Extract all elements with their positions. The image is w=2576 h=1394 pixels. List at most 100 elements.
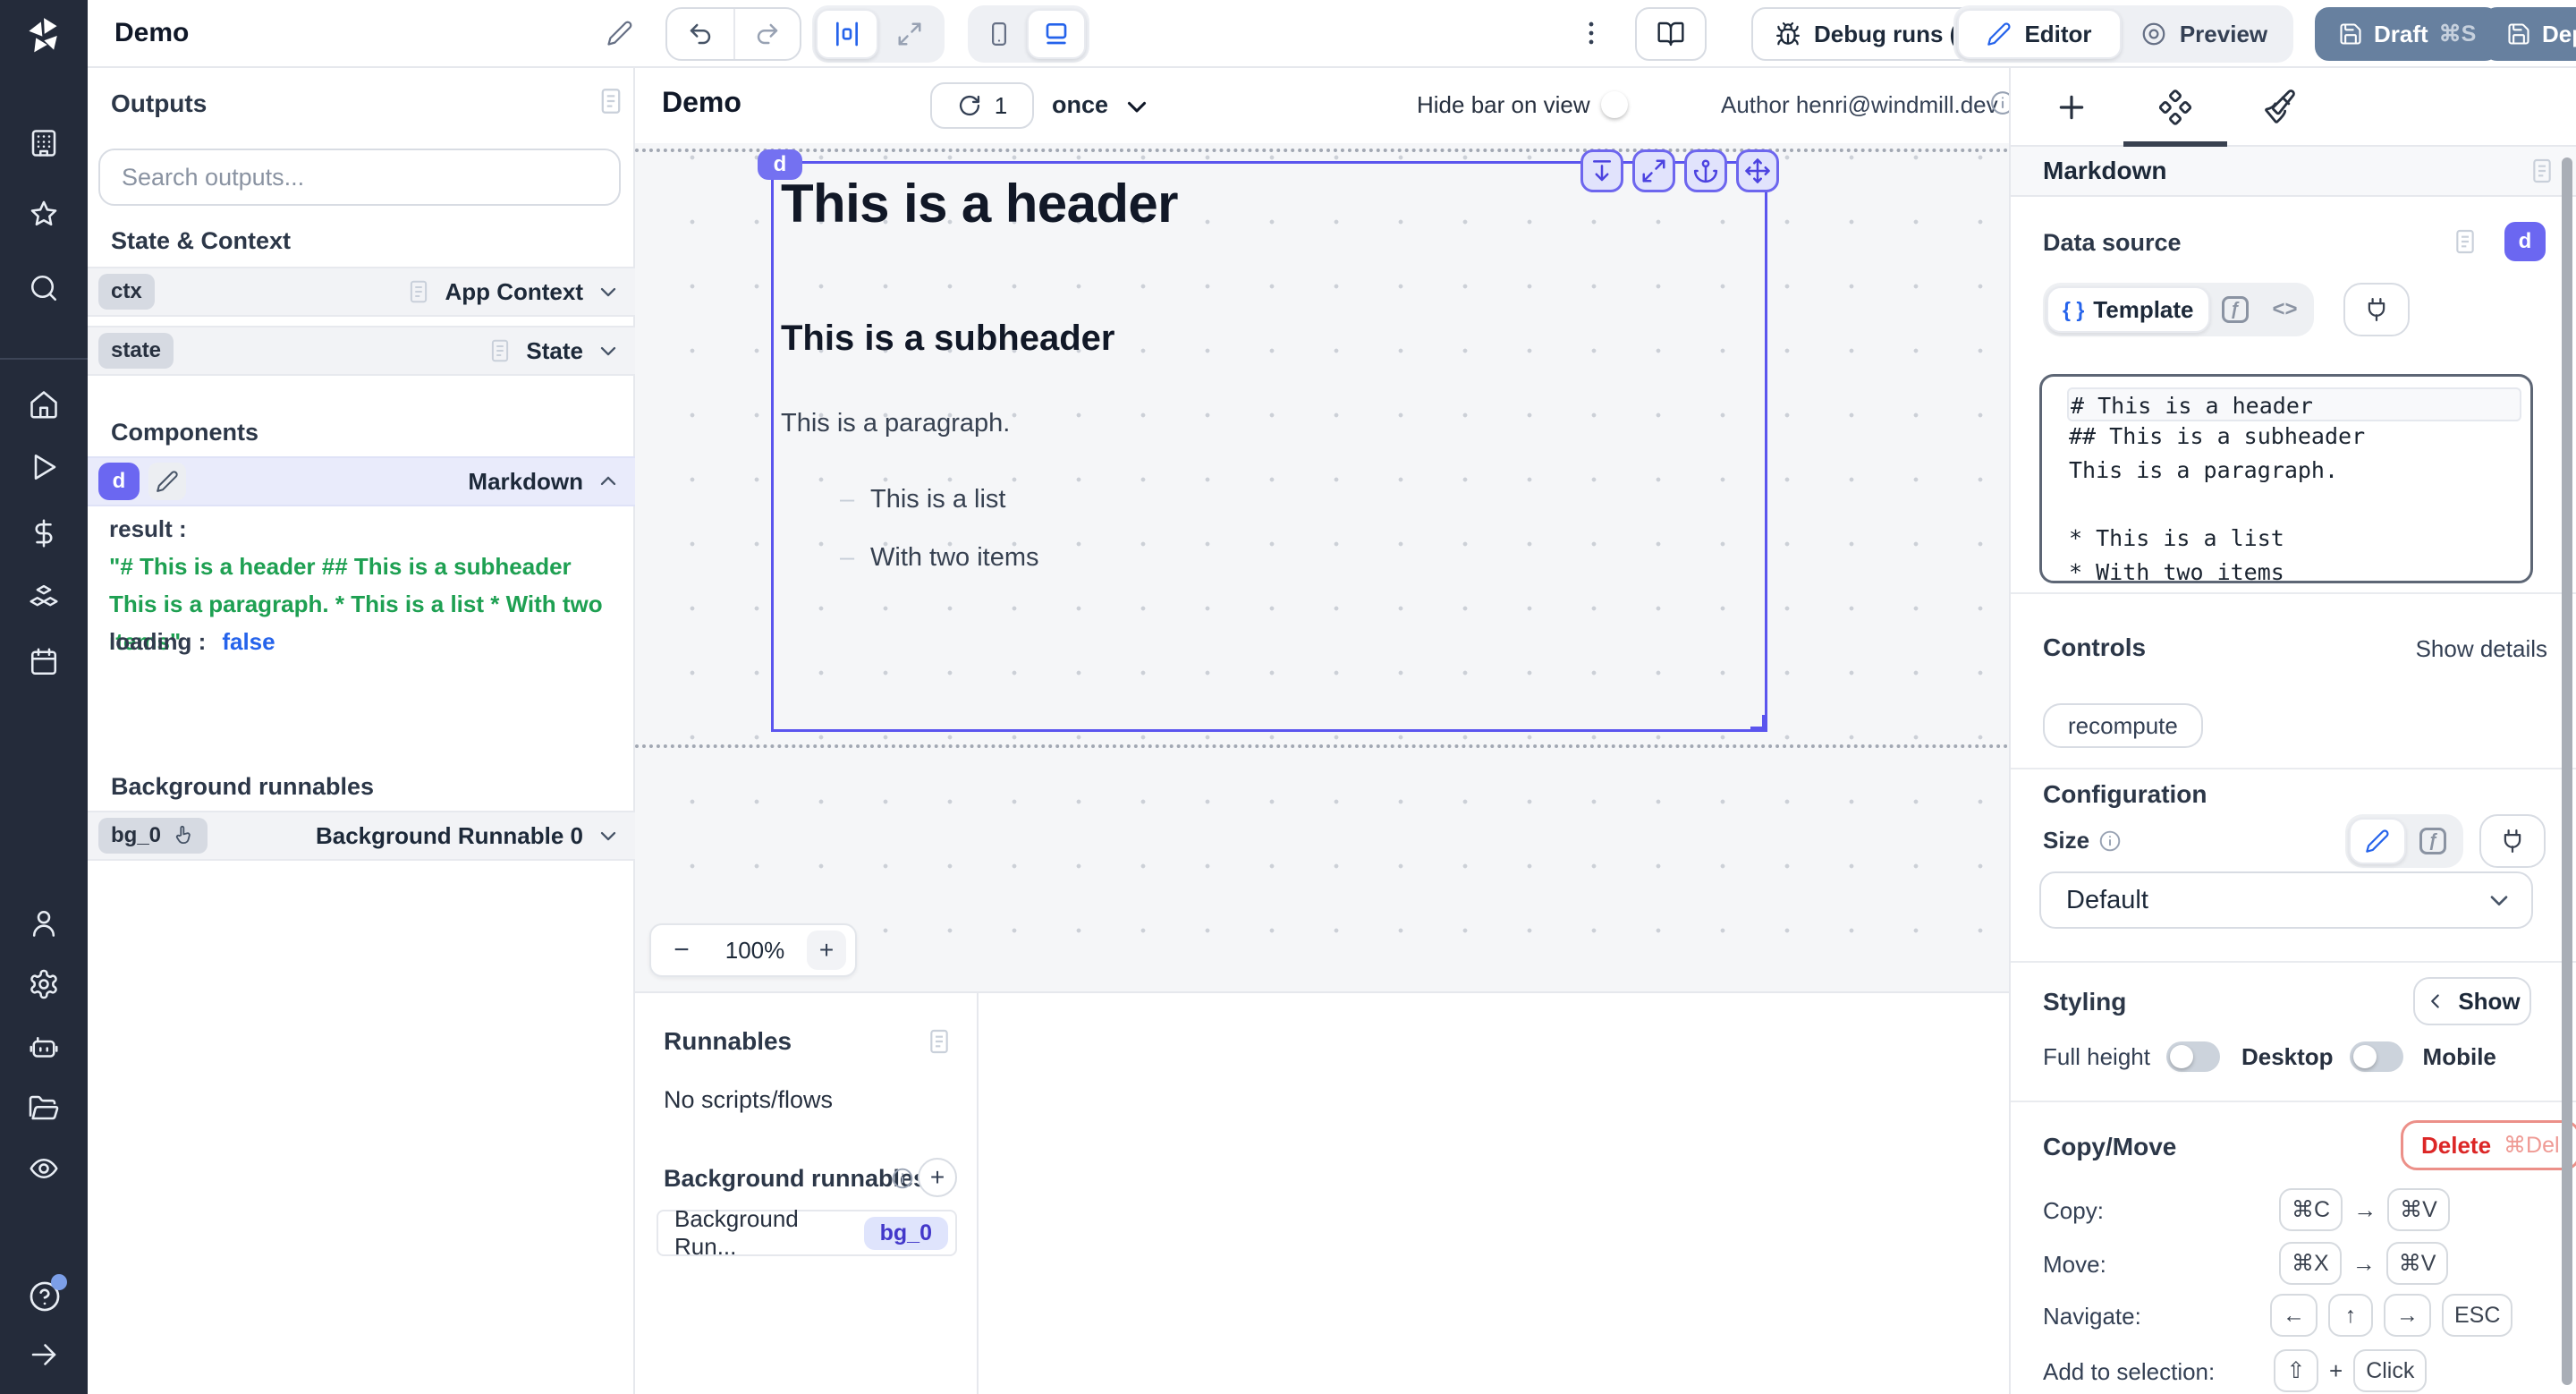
zoom-out-button[interactable]: − [660, 935, 703, 965]
template-mode-button[interactable]: { } Template [2046, 286, 2210, 333]
chevron-down-icon[interactable] [596, 279, 621, 304]
show-details-link[interactable]: Show details [2416, 635, 2547, 663]
more-menu-icon[interactable] [1576, 18, 1606, 48]
fn-icon: ƒ [2222, 296, 2249, 323]
users-icon[interactable] [28, 907, 60, 939]
size-select[interactable]: Default [2039, 871, 2533, 929]
code-mode-button[interactable]: <> [2260, 286, 2310, 333]
centered-layout-button[interactable] [816, 9, 878, 59]
output-row-ctx[interactable]: ctx App Context [88, 267, 635, 317]
delete-button[interactable]: Delete ⌘Del [2401, 1120, 2576, 1170]
doc-icon[interactable] [2528, 157, 2556, 185]
runs-play-icon[interactable] [28, 451, 60, 483]
tab-editor[interactable]: Editor [1957, 9, 2122, 59]
variables-dollar-icon[interactable] [28, 517, 60, 549]
code-line: ## This is a subheader [2069, 420, 2520, 454]
redo-button[interactable] [733, 9, 800, 59]
workspace-icon[interactable] [28, 127, 60, 159]
copy-shortcut-keys: ⌘C → ⌘V [2279, 1188, 2450, 1231]
hide-bar-label: Hide bar on view [1417, 91, 1590, 119]
styling-show-button[interactable]: Show [2413, 977, 2531, 1025]
chevron-down-icon [2485, 886, 2513, 914]
deploy-button[interactable]: Deploy [2483, 7, 2576, 61]
help-icon[interactable] [28, 1279, 60, 1312]
code-line: This is a paragraph. [2069, 454, 2520, 488]
app-title: Demo [114, 18, 189, 48]
canvas-zoom-control: − 100% + [649, 923, 857, 977]
connect-plug-button[interactable] [2343, 283, 2410, 336]
navigate-label: Navigate: [2043, 1303, 2141, 1330]
rename-pencil-icon[interactable] [148, 463, 186, 500]
tab-styling-brush-icon[interactable] [2261, 89, 2297, 125]
schedules-calendar-icon[interactable] [28, 646, 60, 678]
template-code-editor[interactable]: # This is a header ## This is a subheade… [2039, 374, 2533, 583]
tab-preview[interactable]: Preview [2122, 9, 2286, 59]
mode-chevron-down-icon[interactable] [1122, 91, 1152, 122]
kbd-key: ⇧ [2274, 1349, 2318, 1392]
markdown-rendered-content: This is a header This is a subheader Thi… [774, 164, 1765, 605]
mobile-view-button[interactable] [971, 9, 1027, 59]
size-static-pencil-button[interactable] [2349, 818, 2406, 864]
search-outputs-input[interactable] [98, 149, 621, 206]
folders-icon[interactable] [28, 1092, 60, 1124]
background-runnable-item[interactable]: Background Run... bg_0 [657, 1210, 957, 1256]
tab-component-settings-icon[interactable] [2157, 89, 2193, 125]
ctx-badge: ctx [98, 274, 155, 310]
component-row-markdown[interactable]: d Markdown [88, 456, 635, 506]
expand-handle[interactable] [1632, 149, 1675, 192]
add-background-runnable-button[interactable]: + [918, 1158, 957, 1197]
refresh-count-button[interactable]: 1 [930, 82, 1034, 129]
edit-title-pencil-icon[interactable] [606, 20, 633, 47]
favorites-star-icon[interactable] [28, 199, 60, 231]
move-handle[interactable] [1736, 149, 1779, 192]
loading-value: false [222, 628, 275, 656]
runnables-doc-icon[interactable] [925, 1027, 953, 1056]
resources-boxes-icon[interactable] [28, 582, 60, 614]
doc-icon[interactable] [2451, 227, 2479, 256]
zoom-in-button[interactable]: + [807, 931, 846, 970]
component-type-title: Markdown [2043, 157, 2166, 185]
background-runnable-row[interactable]: bg_0 Background Runnable 0 [88, 811, 635, 861]
size-label: Size [2043, 827, 2089, 854]
expand-down-handle[interactable] [1580, 149, 1623, 192]
collapse-rail-arrow-icon[interactable] [28, 1339, 60, 1371]
windmill-logo-icon[interactable] [20, 13, 66, 59]
workers-bot-icon[interactable] [28, 1031, 60, 1063]
full-height-toggle[interactable] [2166, 1041, 2220, 1072]
code-line [2069, 488, 2520, 522]
outputs-doc-icon[interactable] [596, 86, 626, 116]
panel-scrollbar[interactable] [2562, 157, 2572, 1385]
app-canvas[interactable]: d This is a header This is a subheader T… [635, 143, 2009, 991]
kbd-key: ← [2270, 1294, 2318, 1337]
docs-book-button[interactable] [1635, 7, 1707, 61]
data-source-component-badge: d [2504, 222, 2546, 261]
settings-gear-icon[interactable] [28, 968, 60, 1000]
desktop-label: Desktop [2241, 1043, 2334, 1071]
search-icon[interactable] [28, 272, 60, 304]
output-row-state[interactable]: state State [88, 326, 635, 376]
size-function-button[interactable]: ƒ [2406, 818, 2460, 864]
bg-runnables-heading: Background runnables [664, 1165, 927, 1193]
chevron-down-icon[interactable] [596, 823, 621, 848]
size-connect-plug-button[interactable] [2479, 814, 2546, 868]
desktop-toggle[interactable] [2350, 1041, 2403, 1072]
full-width-layout-button[interactable] [878, 9, 941, 59]
chevron-up-icon[interactable] [596, 469, 621, 494]
resize-handle[interactable] [1750, 715, 1767, 731]
kbd-key: → [2384, 1294, 2431, 1337]
tab-insert-plus-icon[interactable] [2054, 89, 2089, 125]
function-mode-button[interactable]: ƒ [2210, 286, 2260, 333]
draft-button[interactable]: Draft ⌘S [2315, 7, 2499, 61]
recompute-button[interactable]: recompute [2043, 703, 2203, 748]
chevron-down-icon[interactable] [596, 338, 621, 363]
markdown-list-item: This is a list [781, 485, 1758, 514]
selected-markdown-component[interactable]: d This is a header This is a subheader T… [771, 161, 1767, 732]
component-type-label: Markdown [468, 468, 583, 496]
audit-eye-icon[interactable] [28, 1152, 60, 1185]
desktop-view-button[interactable] [1027, 9, 1086, 59]
code-line: * This is a list [2069, 522, 2520, 556]
anchor-handle[interactable] [1684, 149, 1727, 192]
undo-button[interactable] [667, 9, 733, 59]
markdown-list: This is a list With two items [781, 485, 1758, 573]
home-icon[interactable] [28, 388, 60, 421]
